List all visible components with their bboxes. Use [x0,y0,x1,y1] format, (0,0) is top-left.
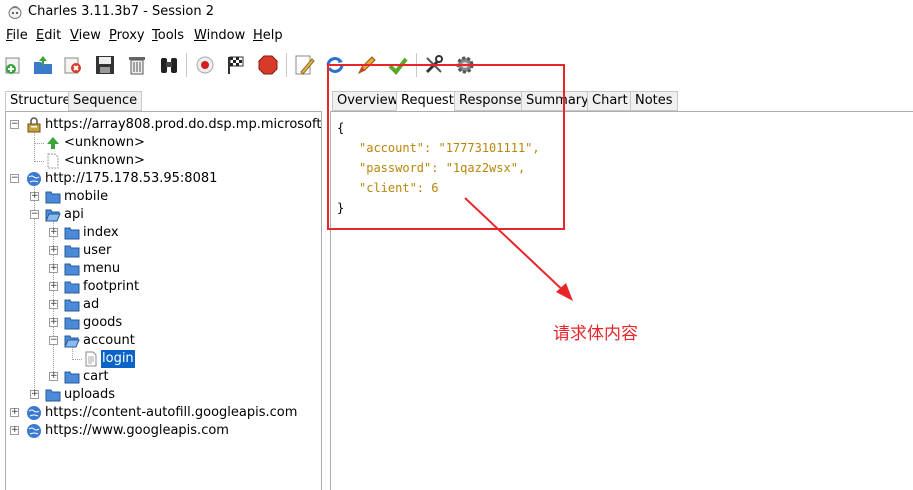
tree-node-folder[interactable]: + user [6,242,321,260]
tree-node-folder[interactable]: + footprint [6,278,321,296]
tree-node-folder[interactable]: − api [6,206,321,224]
tab-structure[interactable]: Structure [5,91,76,111]
throttle-flag-icon[interactable] [223,52,249,78]
annotation-arrow [464,197,573,301]
tree-node-folder[interactable]: + ad [6,296,321,314]
folder-open-icon [45,209,61,222]
stop-breakpoints-icon[interactable] [255,52,281,78]
expand-toggle[interactable]: + [49,264,58,273]
expand-toggle[interactable]: + [49,246,58,255]
file-icon [85,351,97,367]
menu-window[interactable]: Window [194,28,245,43]
close-session-icon[interactable] [60,52,86,78]
tab-notes[interactable]: Notes [630,91,678,111]
menu-file[interactable]: File [6,28,28,43]
expand-toggle[interactable]: + [49,372,58,381]
annotation-label: 请求体内容 [553,324,638,344]
globe-icon [27,172,41,186]
tree-node-host[interactable]: − https://array808.prod.do.dsp.mp.micros… [6,116,321,134]
tree-node-folder[interactable]: + index [6,224,321,242]
folder-open-icon [64,335,80,348]
globe-icon [27,406,41,420]
title-bar: Charles 3.11.3b7 - Session 2 [0,0,913,24]
tree-node-host[interactable]: − http://175.178.53.95:8081 [6,170,321,188]
tree-node-folder[interactable]: + mobile [6,188,321,206]
expand-toggle[interactable]: + [49,300,58,309]
tree-node-request[interactable]: login [6,350,321,368]
expand-toggle[interactable]: + [30,390,39,399]
tab-chart[interactable]: Chart [587,91,633,111]
tab-sequence[interactable]: Sequence [68,91,143,111]
new-session-icon[interactable] [1,52,27,78]
expand-toggle[interactable]: + [49,282,58,291]
folder-icon [45,191,61,204]
blank-file-icon [47,153,59,169]
collapse-toggle[interactable]: − [30,210,39,219]
tree-node-host[interactable]: + https://www.googleapis.com [6,422,321,440]
menu-tools[interactable]: Tools [152,28,184,43]
tree-node-host[interactable]: + https://content-autofill.googleapis.co… [6,404,321,422]
binoculars-icon[interactable] [156,52,182,78]
expand-toggle[interactable]: + [10,426,19,435]
expand-toggle[interactable]: + [30,192,39,201]
toolbar-separator [286,53,287,77]
folder-icon [64,371,80,384]
menu-bar: File Edit View Proxy Tools Window Help [0,26,913,46]
save-icon[interactable] [92,52,118,78]
structure-tree: − https://array808.prod.do.dsp.mp.micros… [5,111,322,490]
tree-node-folder[interactable]: + goods [6,314,321,332]
folder-icon [45,389,61,402]
edit-icon[interactable] [291,52,317,78]
expand-toggle[interactable]: + [10,408,19,417]
folder-icon [64,299,80,312]
menu-view[interactable]: View [70,28,101,43]
open-icon[interactable] [30,52,56,78]
menu-proxy[interactable]: Proxy [109,28,145,43]
charles-app-icon [8,6,22,19]
globe-icon [27,424,41,438]
tree-node-folder[interactable]: + uploads [6,386,321,404]
tree-node-unknown[interactable]: <unknown> [6,134,321,152]
collapse-toggle[interactable]: − [49,336,58,345]
tree-node-folder[interactable]: + cart [6,368,321,386]
collapse-toggle[interactable]: − [10,120,19,129]
tree-node-unknown[interactable]: <unknown> [6,152,321,170]
expand-toggle[interactable]: + [49,228,58,237]
tree-node-folder[interactable]: − account [6,332,321,350]
collapse-toggle[interactable]: − [10,174,19,183]
record-icon[interactable] [192,52,218,78]
trash-icon[interactable] [124,52,150,78]
expand-toggle[interactable]: + [49,318,58,327]
folder-icon [64,263,80,276]
window-title: Charles 3.11.3b7 - Session 2 [28,4,214,19]
upload-arrow-icon [47,137,59,149]
folder-icon [64,281,80,294]
folder-icon [64,227,80,240]
folder-icon [64,245,80,258]
menu-help[interactable]: Help [253,28,283,43]
menu-edit[interactable]: Edit [36,28,61,43]
tree-node-folder[interactable]: + menu [6,260,321,278]
toolbar-separator [186,53,187,77]
lock-host-icon [27,117,41,133]
folder-icon [64,317,80,330]
